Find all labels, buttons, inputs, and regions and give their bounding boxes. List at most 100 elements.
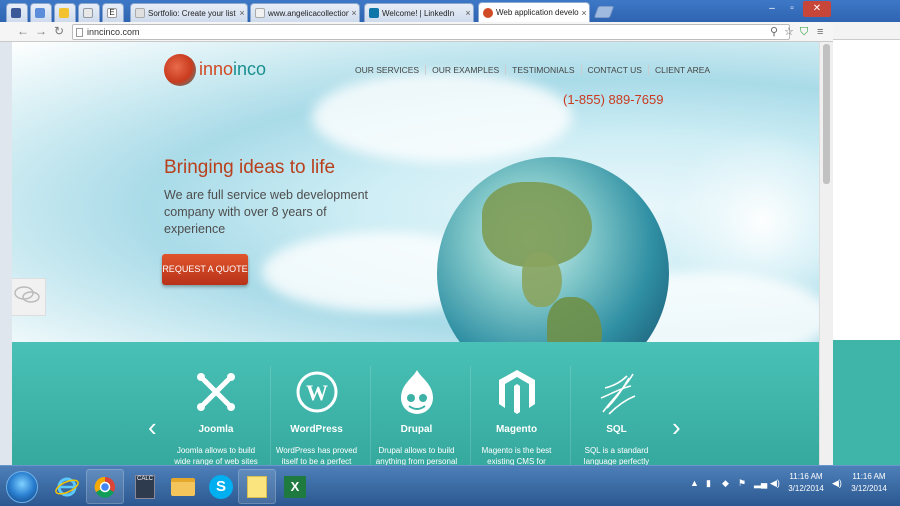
feature-description: WordPress has proved itself to be a perf… bbox=[275, 446, 358, 465]
clock-time: 11:16 AM bbox=[789, 472, 823, 481]
sql-server-icon bbox=[571, 366, 662, 418]
hero-tagline: Bringing ideas to life bbox=[164, 157, 336, 178]
tab-facebook[interactable] bbox=[6, 3, 28, 22]
hero-section: innoinco OUR SERVICES OUR EXAMPLES TESTI… bbox=[12, 42, 833, 389]
feature-name: Magento bbox=[495, 424, 538, 435]
prev-arrow-icon[interactable]: ‹ bbox=[148, 414, 157, 440]
excel-icon: X bbox=[284, 475, 306, 498]
drupal-icon bbox=[371, 366, 462, 418]
tab-generic[interactable] bbox=[78, 3, 100, 22]
chat-side-tab[interactable] bbox=[12, 278, 46, 316]
skype-icon: S bbox=[209, 474, 233, 499]
close-icon[interactable]: × bbox=[579, 8, 589, 18]
tab-linkedin[interactable]: Welcome! | LinkedIn × bbox=[364, 3, 474, 22]
system-clock[interactable]: 11:16 AM 3/12/2014 bbox=[783, 471, 829, 495]
nav-our-examples[interactable]: OUR EXAMPLES bbox=[425, 65, 505, 75]
scrollbar-thumb[interactable] bbox=[823, 44, 830, 184]
taskbar-ie[interactable] bbox=[48, 469, 86, 504]
innoinco-favicon-icon bbox=[483, 7, 493, 18]
tab-sortfolio[interactable]: Sortfolio: Create your list × bbox=[130, 3, 248, 22]
taskbar-calculator[interactable]: CALC bbox=[126, 469, 164, 504]
shield-extension-icon[interactable]: ⛉ bbox=[800, 25, 808, 39]
tab-angelica[interactable]: www.angelicacollection.c × bbox=[250, 3, 360, 22]
tab-label: Sortfolio: Create your list bbox=[148, 8, 236, 18]
close-window-button[interactable]: ✕ bbox=[803, 1, 831, 17]
close-icon[interactable]: × bbox=[237, 8, 247, 18]
tab-bookmark[interactable] bbox=[54, 3, 76, 22]
tab-google-plus[interactable] bbox=[30, 3, 52, 22]
tab-label: Web application develop bbox=[496, 8, 579, 17]
taskbar-excel[interactable]: X bbox=[276, 469, 314, 504]
back-arrow-icon[interactable]: ← bbox=[16, 24, 30, 39]
maximize-button[interactable]: ▫ bbox=[783, 1, 801, 17]
feature-joomla[interactable]: Joomla Joomla allows to build wide range… bbox=[170, 366, 262, 465]
search-icon[interactable]: ⚲ bbox=[770, 25, 778, 39]
url-text: inncinco.com bbox=[87, 27, 140, 37]
feature-name: SQL bbox=[606, 424, 627, 435]
feature-name: WordPress bbox=[290, 424, 343, 435]
main-nav: OUR SERVICES OUR EXAMPLES TESTIMONIALS C… bbox=[349, 65, 716, 75]
address-bar[interactable]: inncinco.com bbox=[72, 24, 790, 40]
clock-date: 3/12/2014 bbox=[788, 484, 824, 493]
nav-testimonials[interactable]: TESTIMONIALS bbox=[505, 65, 580, 75]
forward-arrow-icon[interactable]: → bbox=[34, 24, 48, 39]
logo-wordmark: innoinco bbox=[199, 59, 267, 79]
document-icon bbox=[83, 8, 93, 18]
page-scrollbar[interactable] bbox=[819, 42, 833, 465]
bookmark-star-icon[interactable]: ☆ bbox=[784, 25, 794, 39]
feature-magento[interactable]: Magento Magento is the best existing CMS… bbox=[470, 366, 562, 465]
background-address-bar bbox=[833, 22, 900, 40]
flag-icon[interactable]: ⚑ bbox=[738, 478, 746, 489]
volume-icon[interactable]: ◀) bbox=[770, 478, 780, 489]
menu-icon[interactable]: ≡ bbox=[817, 25, 823, 39]
hero-subtagline: We are full service web development comp… bbox=[164, 188, 369, 236]
clock-date: 3/12/2014 bbox=[851, 484, 887, 493]
linkedin-icon bbox=[369, 8, 379, 18]
magento-icon bbox=[471, 366, 562, 418]
taskbar-folder[interactable] bbox=[164, 469, 202, 504]
feature-description: SQL is a standard language perfectly bbox=[583, 446, 650, 465]
minimize-button[interactable]: – bbox=[763, 1, 781, 17]
signal-icon[interactable]: ▂▄ bbox=[754, 478, 767, 489]
nav-contact-us[interactable]: CONTACT US bbox=[580, 65, 648, 75]
background-browser-window bbox=[833, 0, 900, 506]
feature-sql[interactable]: SQL SQL is a standard language perfectly bbox=[570, 366, 662, 465]
new-tab-button[interactable] bbox=[593, 6, 615, 18]
bookmark-icon bbox=[59, 8, 69, 18]
cms-feature-band: ‹ › Joomla Joomla allows to build wide r… bbox=[12, 342, 833, 465]
feature-drupal[interactable]: Drupal Drupal allows to build anything f… bbox=[370, 366, 462, 465]
tab-web-application[interactable]: Web application develop × bbox=[478, 2, 590, 22]
page-icon bbox=[135, 8, 145, 18]
folder-icon bbox=[171, 477, 195, 496]
start-button-icon[interactable] bbox=[6, 471, 38, 503]
phone-number: (1-855) 889-7659 bbox=[563, 92, 664, 107]
web-page: innoinco OUR SERVICES OUR EXAMPLES TESTI… bbox=[12, 42, 833, 465]
nav-client-area[interactable]: CLIENT AREA bbox=[647, 65, 716, 75]
page-icon bbox=[76, 28, 83, 37]
taskbar-chrome[interactable] bbox=[86, 469, 124, 504]
logo[interactable]: innoinco bbox=[164, 54, 267, 86]
tab-label: Welcome! | LinkedIn bbox=[382, 8, 455, 18]
taskbar-sticky-notes[interactable] bbox=[238, 469, 276, 504]
next-arrow-icon[interactable]: › bbox=[672, 414, 681, 440]
calculator-icon: CALC bbox=[135, 474, 155, 499]
nav-our-services[interactable]: OUR SERVICES bbox=[349, 65, 425, 75]
chat-bubbles-icon bbox=[14, 286, 40, 303]
network-icon[interactable]: ▮ bbox=[706, 478, 711, 489]
close-icon[interactable]: × bbox=[463, 8, 473, 18]
notes-icon bbox=[247, 475, 267, 498]
feature-name: Drupal bbox=[400, 424, 433, 435]
taskbar-skype[interactable]: S bbox=[202, 469, 240, 504]
feature-wordpress[interactable]: W WordPress WordPress has proved itself … bbox=[270, 366, 362, 465]
dropbox-icon[interactable]: ◆ bbox=[722, 478, 729, 489]
e-letter-icon: E bbox=[107, 8, 117, 18]
close-icon[interactable]: × bbox=[349, 8, 359, 18]
tab-e[interactable]: E bbox=[102, 3, 124, 22]
feature-description: Drupal allows to build anything from per… bbox=[375, 446, 458, 465]
tray-arrow-icon[interactable]: ▲ bbox=[690, 478, 699, 488]
system-clock-secondary[interactable]: 11:16 AM 3/12/2014 bbox=[845, 471, 893, 495]
volume-icon-secondary[interactable]: ◀) bbox=[832, 478, 842, 489]
reload-icon[interactable]: ↻ bbox=[52, 24, 66, 39]
request-quote-button[interactable]: REQUEST A QUOTE bbox=[162, 254, 248, 285]
chrome-icon bbox=[94, 476, 115, 498]
